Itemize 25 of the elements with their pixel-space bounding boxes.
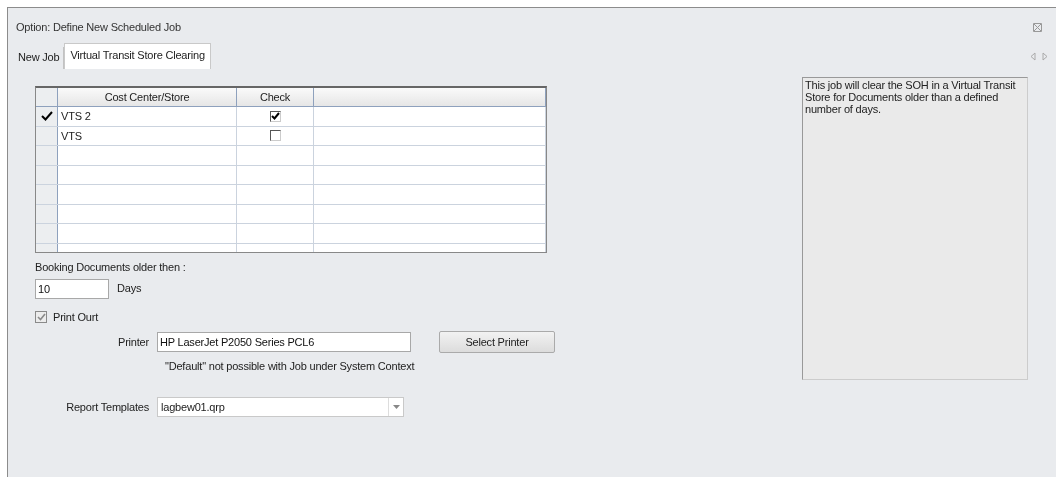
checkbox[interactable]	[269, 130, 281, 142]
checkbox-label: Print Ourt	[53, 311, 99, 323]
report-template-dropdown[interactable]: lagbew01.qrp	[157, 397, 404, 417]
table-cell: VTS	[58, 126, 237, 145]
tab[interactable]: Virtual Transit Store Clearing	[64, 43, 211, 69]
tab-scroll-left-icon[interactable]	[1030, 52, 1036, 61]
column-header[interactable]: Check	[237, 88, 314, 106]
days-field[interactable]: 10	[35, 279, 109, 299]
window-title: Option: Define New Scheduled Job	[16, 21, 182, 33]
field-label: Report Templates	[65, 401, 149, 413]
field-label: Booking Documents older then :	[35, 261, 187, 273]
dropdown-arrow-icon	[392, 405, 400, 409]
printer-field[interactable]: HP LaserJet P2050 Series PCL6	[157, 332, 411, 352]
select-printer-button[interactable]: Select Printer	[439, 331, 555, 353]
table-cell: VTS 2	[58, 107, 237, 126]
printer-note: "Default" not possible with Job under System Context	[165, 360, 416, 372]
description-box: This job will clear the SOH in a Virtual Transit Store for Documents older than a defined number of days.	[802, 77, 1028, 380]
unit-label: Days	[117, 282, 142, 294]
tab-scroll-right-icon[interactable]	[1042, 52, 1048, 61]
column-header[interactable]: Cost Center/Store	[58, 88, 237, 106]
row-header[interactable]	[36, 107, 58, 126]
close-icon[interactable]	[1033, 22, 1042, 32]
current-row-icon	[40, 111, 53, 122]
checkbox[interactable]	[269, 110, 281, 122]
field-label: Printer	[117, 336, 149, 348]
